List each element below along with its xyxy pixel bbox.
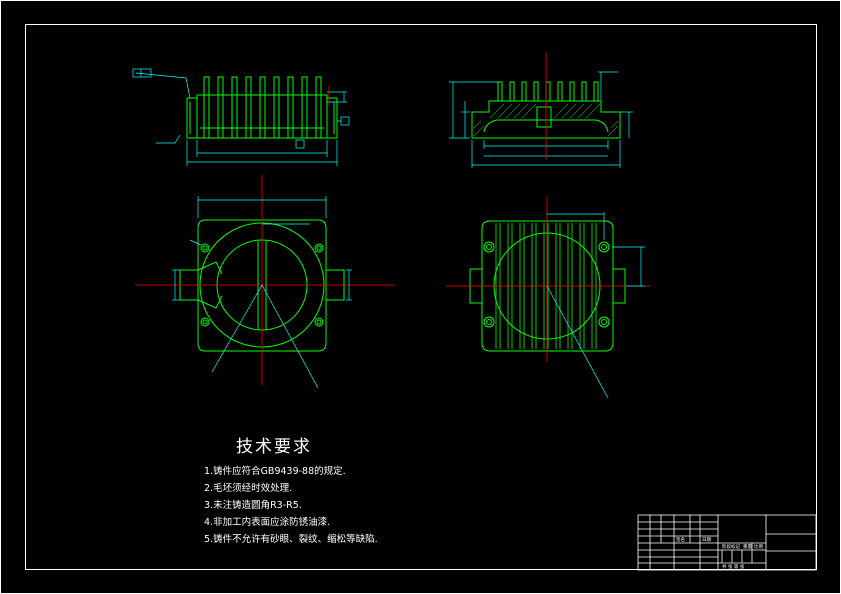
- tech-requirement-2: 2.毛坯须经时效处理.: [204, 483, 293, 494]
- title-block-label-weight: 重量: [743, 543, 752, 550]
- drawing-sheet: 签名 日期 阶段标记 重量 比例 共 张 第 张: [0, 0, 841, 594]
- title-block-label-scale: 比例: [754, 543, 763, 550]
- front-view-fins: [203, 76, 322, 139]
- title-block-label-stage: 阶段标记: [722, 543, 740, 550]
- title-block-label-sign: 签名: [676, 536, 685, 543]
- title-block-label-sheet: 共 张 第 张: [722, 563, 745, 570]
- outer-frame: [0, 0, 841, 594]
- section-view-fins: [497, 81, 599, 102]
- plan-view-left-centerlines: [135, 175, 395, 385]
- tech-requirement-4: 4.非加工内表面应涂防锈油漆.: [204, 517, 331, 528]
- tech-requirement-1: 1.铸件应符合GB9439-88的规定.: [204, 466, 346, 477]
- tech-requirement-3: 3.未注铸造圆角R3-R5.: [204, 500, 302, 511]
- tech-requirement-5: 5.铸件不允许有砂眼、裂纹、缩松等缺陷.: [204, 534, 378, 545]
- tech-requirements-title: 技术要求: [236, 437, 312, 457]
- front-view: [186, 76, 338, 139]
- title-block-labels: 签名 日期 阶段标记 重量 比例 共 张 第 张: [676, 536, 763, 570]
- inner-frame: [25, 24, 817, 570]
- front-view-dims: [132, 68, 350, 166]
- title-block: [637, 514, 817, 571]
- title-block-label-date: 日期: [702, 537, 711, 543]
